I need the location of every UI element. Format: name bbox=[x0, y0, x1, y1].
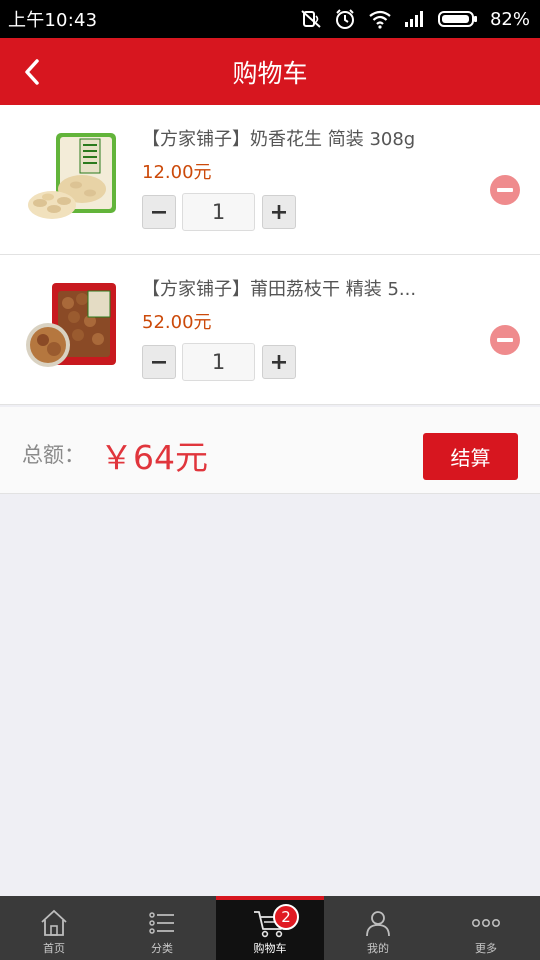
battery-icon bbox=[437, 11, 477, 27]
app-header: 购物车 bbox=[0, 38, 540, 105]
checkout-button[interactable]: 结算 bbox=[423, 433, 518, 480]
more-icon bbox=[471, 919, 500, 928]
remove-item-button[interactable] bbox=[490, 325, 520, 355]
bottom-navigation: 首页 分类 2 购物车 我的 更多 bbox=[0, 896, 540, 960]
nav-label: 更多 bbox=[475, 942, 497, 955]
total-label: 总额： bbox=[22, 443, 85, 467]
page-title: 购物车 bbox=[232, 58, 308, 88]
product-price: 52.00元 bbox=[142, 312, 212, 333]
quantity-increase-button[interactable] bbox=[262, 345, 296, 379]
cart-item: 【方家铺子】莆田荔枝干 精装 5... 52.00元 1 bbox=[0, 255, 540, 405]
status-icons: 82% bbox=[300, 8, 530, 30]
cart-count-badge: 2 bbox=[273, 904, 299, 930]
home-icon bbox=[41, 909, 67, 936]
alarm-icon bbox=[335, 9, 354, 29]
cart-summary: 总额： ￥64元 结算 bbox=[0, 407, 540, 494]
nav-item-more[interactable]: 更多 bbox=[432, 896, 540, 960]
plus-icon bbox=[272, 205, 286, 219]
cart-list: 【方家铺子】奶香花生 简装 308g 12.00元 1 【方家铺子】莆田荔枝干 … bbox=[0, 105, 540, 405]
nav-item-cart[interactable]: 2 购物车 bbox=[216, 896, 324, 960]
back-button[interactable] bbox=[12, 52, 52, 92]
nav-item-category[interactable]: 分类 bbox=[108, 896, 216, 960]
cart-item: 【方家铺子】奶香花生 简装 308g 12.00元 1 bbox=[0, 105, 540, 255]
chevron-left-icon bbox=[25, 59, 39, 85]
list-icon bbox=[149, 912, 174, 934]
remove-icon bbox=[497, 188, 513, 192]
product-title[interactable]: 【方家铺子】莆田荔枝干 精装 5... bbox=[142, 275, 442, 301]
battery-percentage: 82% bbox=[489, 8, 530, 30]
quantity-input[interactable]: 1 bbox=[182, 193, 255, 231]
user-icon bbox=[366, 911, 390, 937]
quantity-decrease-button[interactable] bbox=[142, 195, 176, 229]
status-bar: 上午10:43 82% bbox=[0, 0, 540, 38]
minus-icon bbox=[152, 361, 166, 364]
wifi-icon bbox=[369, 10, 391, 29]
minus-icon bbox=[152, 211, 166, 214]
nav-label: 首页 bbox=[43, 942, 65, 955]
quantity-decrease-button[interactable] bbox=[142, 345, 176, 379]
plus-icon bbox=[272, 355, 286, 369]
product-price: 12.00元 bbox=[142, 162, 212, 183]
total-amount: ￥64元 bbox=[100, 438, 208, 477]
nav-label: 我的 bbox=[367, 942, 389, 955]
nav-label: 购物车 bbox=[253, 942, 287, 955]
status-time: 上午10:43 bbox=[8, 10, 98, 31]
signal-icon bbox=[404, 11, 423, 27]
product-title[interactable]: 【方家铺子】奶香花生 简装 308g bbox=[142, 125, 442, 151]
remove-icon bbox=[497, 338, 513, 342]
product-image-peanuts[interactable] bbox=[22, 127, 122, 227]
nav-label: 分类 bbox=[151, 942, 173, 955]
nav-item-home[interactable]: 首页 bbox=[0, 896, 108, 960]
quantity-increase-button[interactable] bbox=[262, 195, 296, 229]
nav-item-mine[interactable]: 我的 bbox=[324, 896, 432, 960]
remove-item-button[interactable] bbox=[490, 175, 520, 205]
mute-icon bbox=[301, 10, 321, 28]
quantity-input[interactable]: 1 bbox=[182, 343, 255, 381]
product-image-lychee[interactable] bbox=[22, 277, 122, 377]
